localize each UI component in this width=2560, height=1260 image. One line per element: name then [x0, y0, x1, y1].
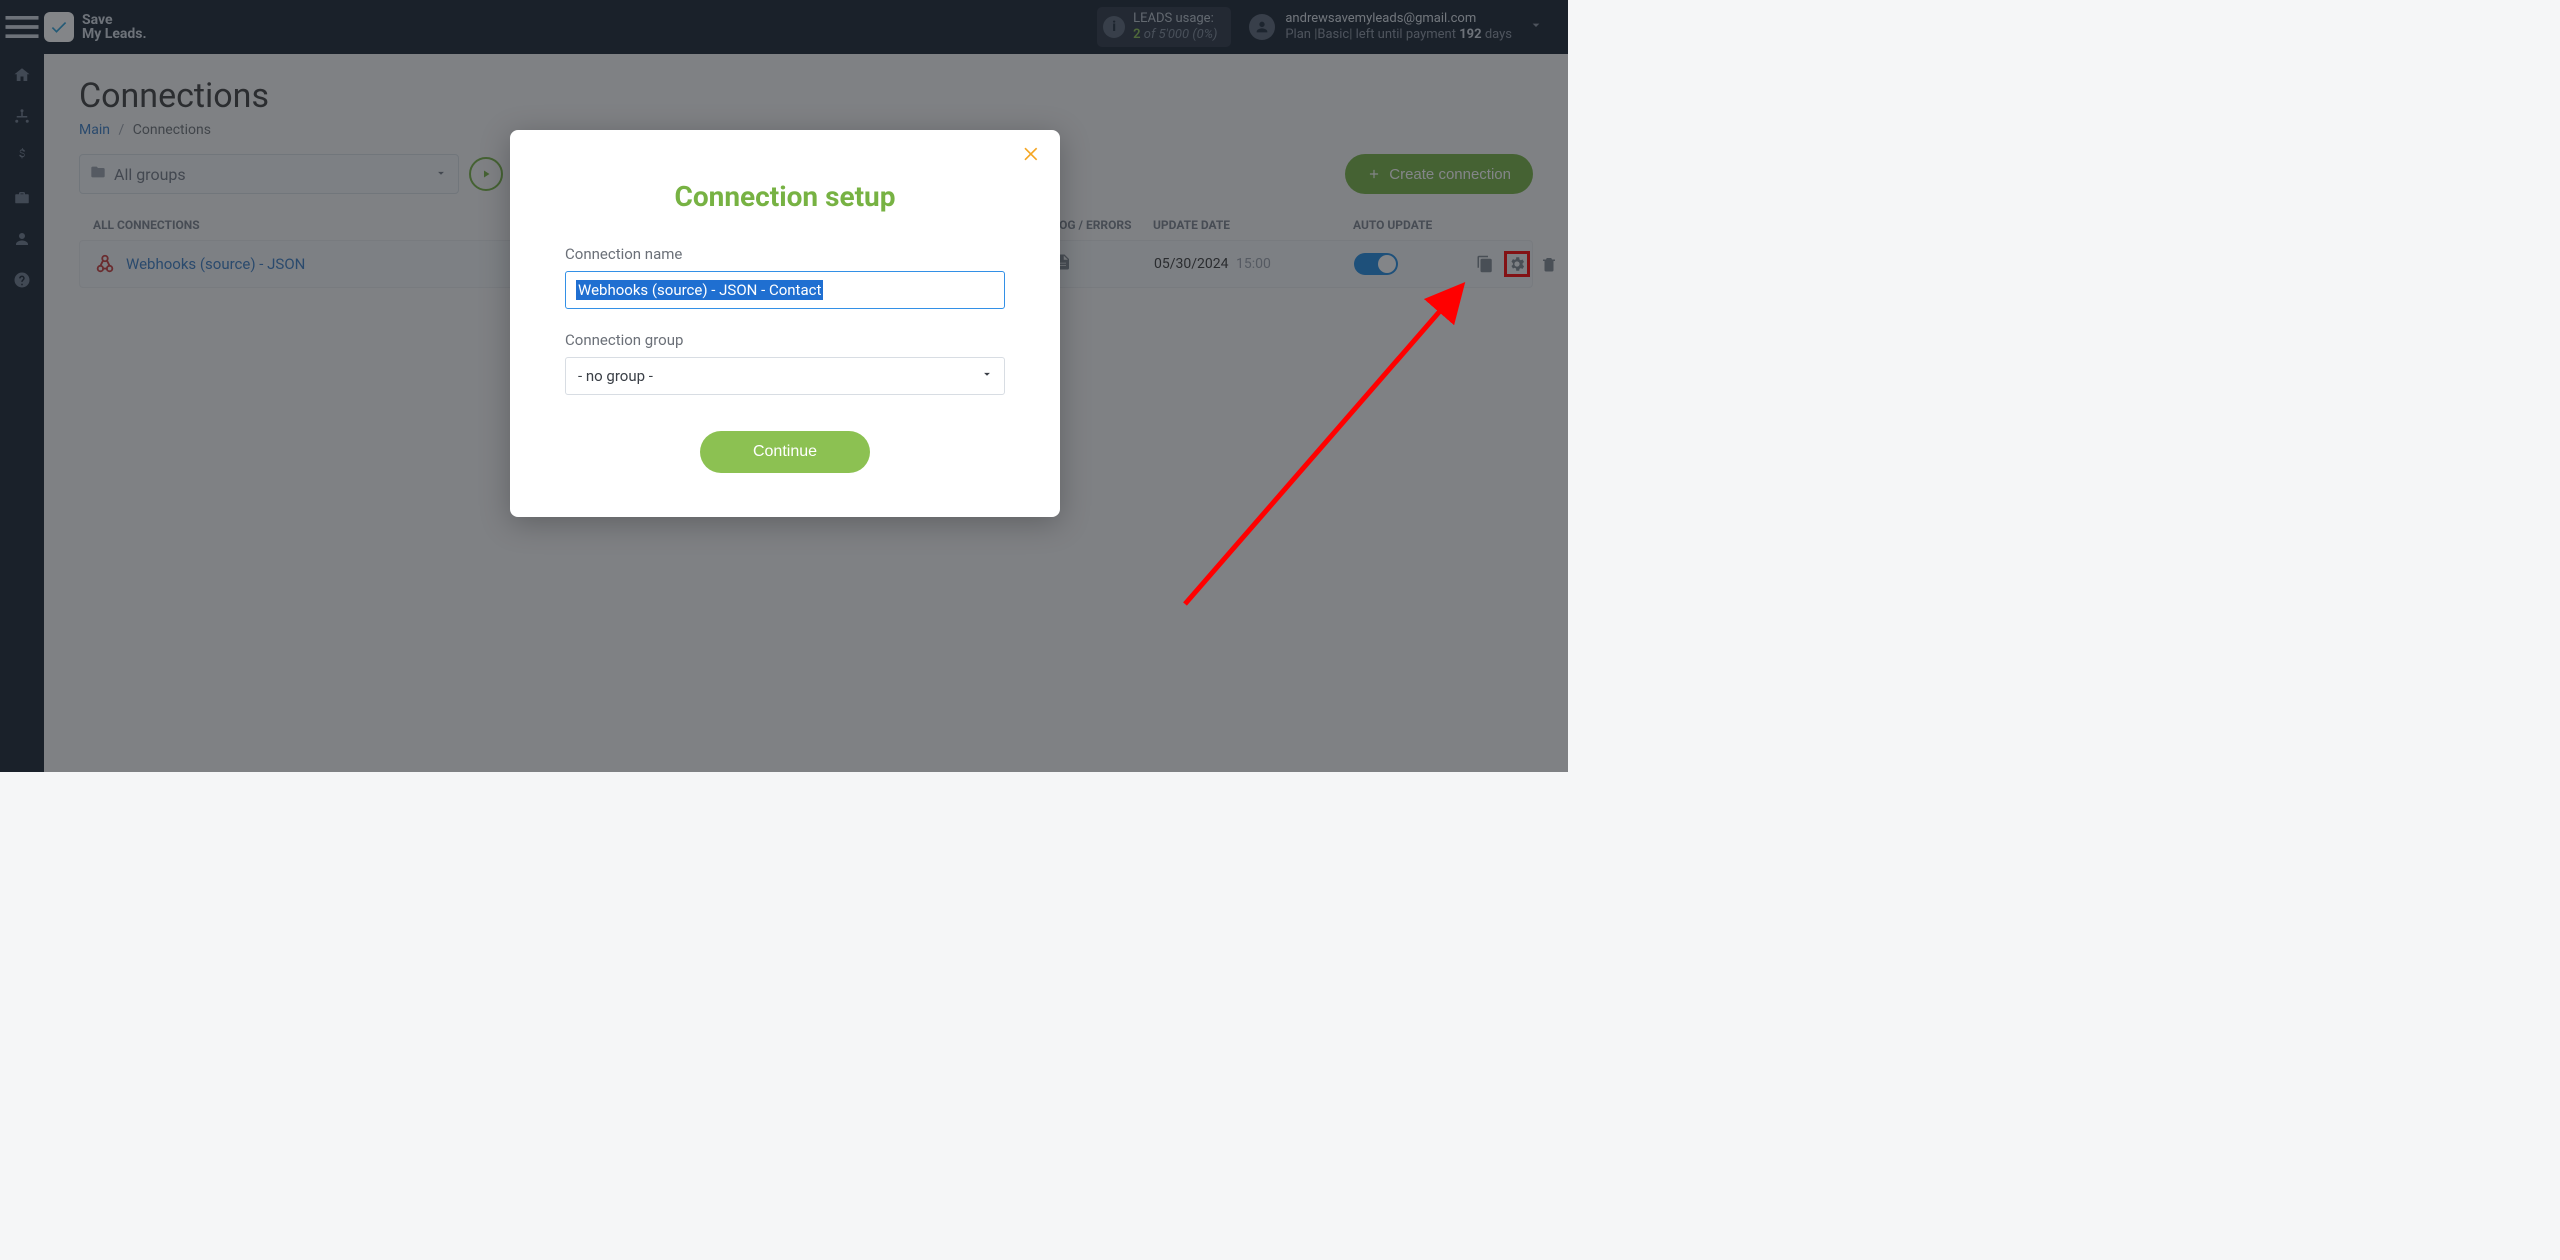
connection-group-select[interactable]: - no group - [565, 357, 1005, 395]
connection-setup-modal: Connection setup Connection name Webhook… [510, 130, 1060, 517]
connection-name-input[interactable]: Webhooks (source) - JSON - Contact [565, 271, 1005, 309]
modal-title: Connection setup [565, 180, 1005, 213]
connection-name-label: Connection name [565, 245, 1005, 263]
connection-name-value: Webhooks (source) - JSON - Contact [576, 280, 823, 300]
connection-group-value: - no group - [578, 367, 653, 385]
continue-button[interactable]: Continue [700, 431, 870, 473]
close-icon[interactable] [1022, 144, 1042, 168]
chevron-down-icon [980, 367, 994, 385]
connection-group-label: Connection group [565, 331, 1005, 349]
